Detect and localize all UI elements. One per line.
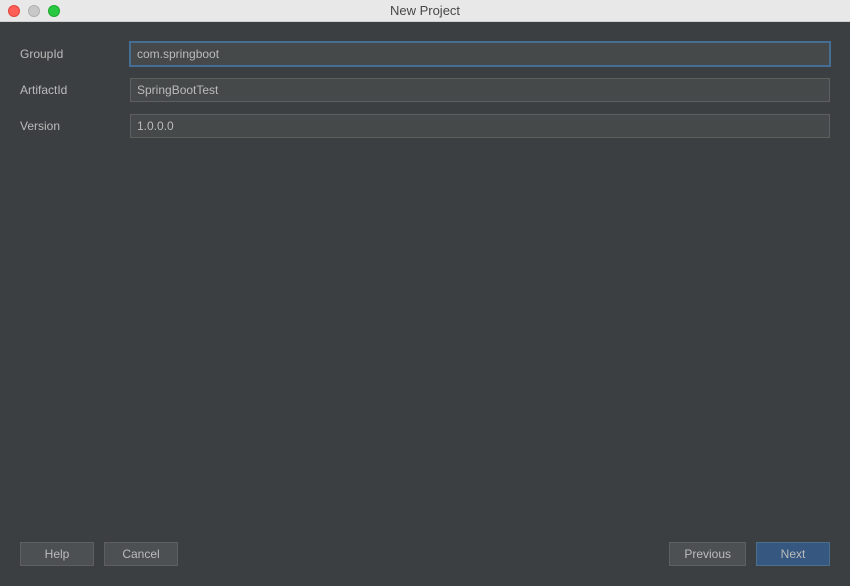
version-label: Version: [20, 119, 130, 133]
groupid-input[interactable]: [130, 42, 830, 66]
close-icon[interactable]: [8, 5, 20, 17]
artifactid-label: ArtifactId: [20, 83, 130, 97]
button-bar: Help Cancel Previous Next: [20, 532, 830, 566]
artifactid-row: ArtifactId: [20, 78, 830, 102]
groupid-row: GroupId: [20, 42, 830, 66]
next-button[interactable]: Next: [756, 542, 830, 566]
groupid-label: GroupId: [20, 47, 130, 61]
cancel-button[interactable]: Cancel: [104, 542, 178, 566]
version-input[interactable]: [130, 114, 830, 138]
minimize-icon[interactable]: [28, 5, 40, 17]
help-button[interactable]: Help: [20, 542, 94, 566]
previous-button[interactable]: Previous: [669, 542, 746, 566]
titlebar: New Project: [0, 0, 850, 22]
window-title: New Project: [0, 3, 850, 18]
version-row: Version: [20, 114, 830, 138]
artifactid-input[interactable]: [130, 78, 830, 102]
maximize-icon[interactable]: [48, 5, 60, 17]
spacer: [20, 150, 830, 532]
window-controls: [0, 5, 60, 17]
dialog-content: GroupId ArtifactId Version Help Cancel P…: [0, 22, 850, 586]
